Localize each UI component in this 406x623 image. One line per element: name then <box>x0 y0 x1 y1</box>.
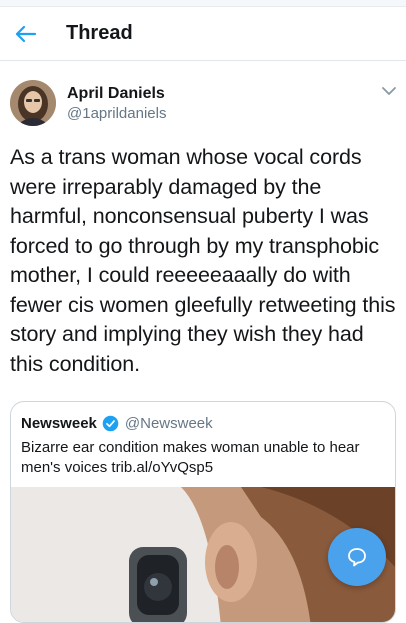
quoted-author-name: Newsweek <box>21 414 97 432</box>
page-title: Thread <box>66 22 133 44</box>
quoted-tweet-text: Bizarre ear condition makes woman unable… <box>21 439 360 476</box>
status-bar-strip <box>0 0 406 7</box>
quoted-tweet-header: Newsweek @Newsweek <box>21 412 213 434</box>
avatar[interactable] <box>10 80 56 126</box>
avatar-photo <box>10 80 56 126</box>
author-name[interactable]: April Daniels <box>67 84 165 104</box>
author-handle[interactable]: @1aprildaniels <box>67 104 166 124</box>
thread-header: Thread <box>0 7 406 61</box>
verified-badge-icon <box>102 415 119 431</box>
chevron-down-icon <box>382 87 396 95</box>
arrow-left-icon <box>15 25 37 43</box>
quoted-author-handle: @Newsweek <box>124 414 213 432</box>
back-button[interactable] <box>12 21 40 47</box>
reply-bubble-icon <box>348 548 366 567</box>
quoted-tweet-card[interactable]: Newsweek @Newsweek Bizarre ear condition… <box>10 401 396 623</box>
tweet-text: As a trans woman whose vocal cords were … <box>10 145 396 376</box>
compose-reply-button[interactable] <box>328 528 386 586</box>
tweet-options-button[interactable] <box>380 84 398 98</box>
